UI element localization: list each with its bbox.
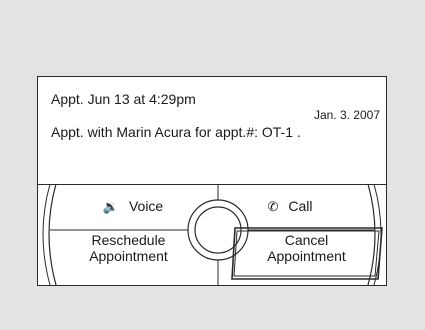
- phone-icon: ✆: [267, 199, 279, 214]
- voice-button[interactable]: 🔉 Voice: [78, 198, 188, 218]
- cancel-label-line2: Appointment: [267, 248, 346, 264]
- appointment-detail: Appt. with Marin Acura for appt.#: OT-1 …: [51, 124, 301, 140]
- reschedule-appointment-button[interactable]: Reschedule Appointment: [56, 232, 201, 264]
- call-button[interactable]: ✆ Call: [240, 198, 340, 218]
- reschedule-label-line1: Reschedule: [91, 232, 166, 248]
- call-label: Call: [288, 198, 313, 214]
- appointment-date: Jan. 3. 2007: [313, 108, 380, 122]
- control-panel: 🔉 Voice ✆ Call Reschedule Appointment Canc…: [38, 184, 386, 285]
- appointment-time: Appt. Jun 13 at 4:29pm: [51, 91, 196, 107]
- reschedule-label-line2: Appointment: [89, 248, 168, 264]
- display-screen: Appt. Jun 13 at 4:29pm Jan. 3. 2007 Appt…: [37, 76, 387, 286]
- message-area: Appt. Jun 13 at 4:29pm Jan. 3. 2007 Appt…: [38, 77, 386, 185]
- cancel-label-line1: Cancel: [284, 232, 329, 248]
- voice-label: Voice: [128, 198, 164, 214]
- cancel-appointment-button[interactable]: Cancel Appointment: [234, 232, 379, 264]
- speaker-icon: 🔉: [102, 199, 119, 214]
